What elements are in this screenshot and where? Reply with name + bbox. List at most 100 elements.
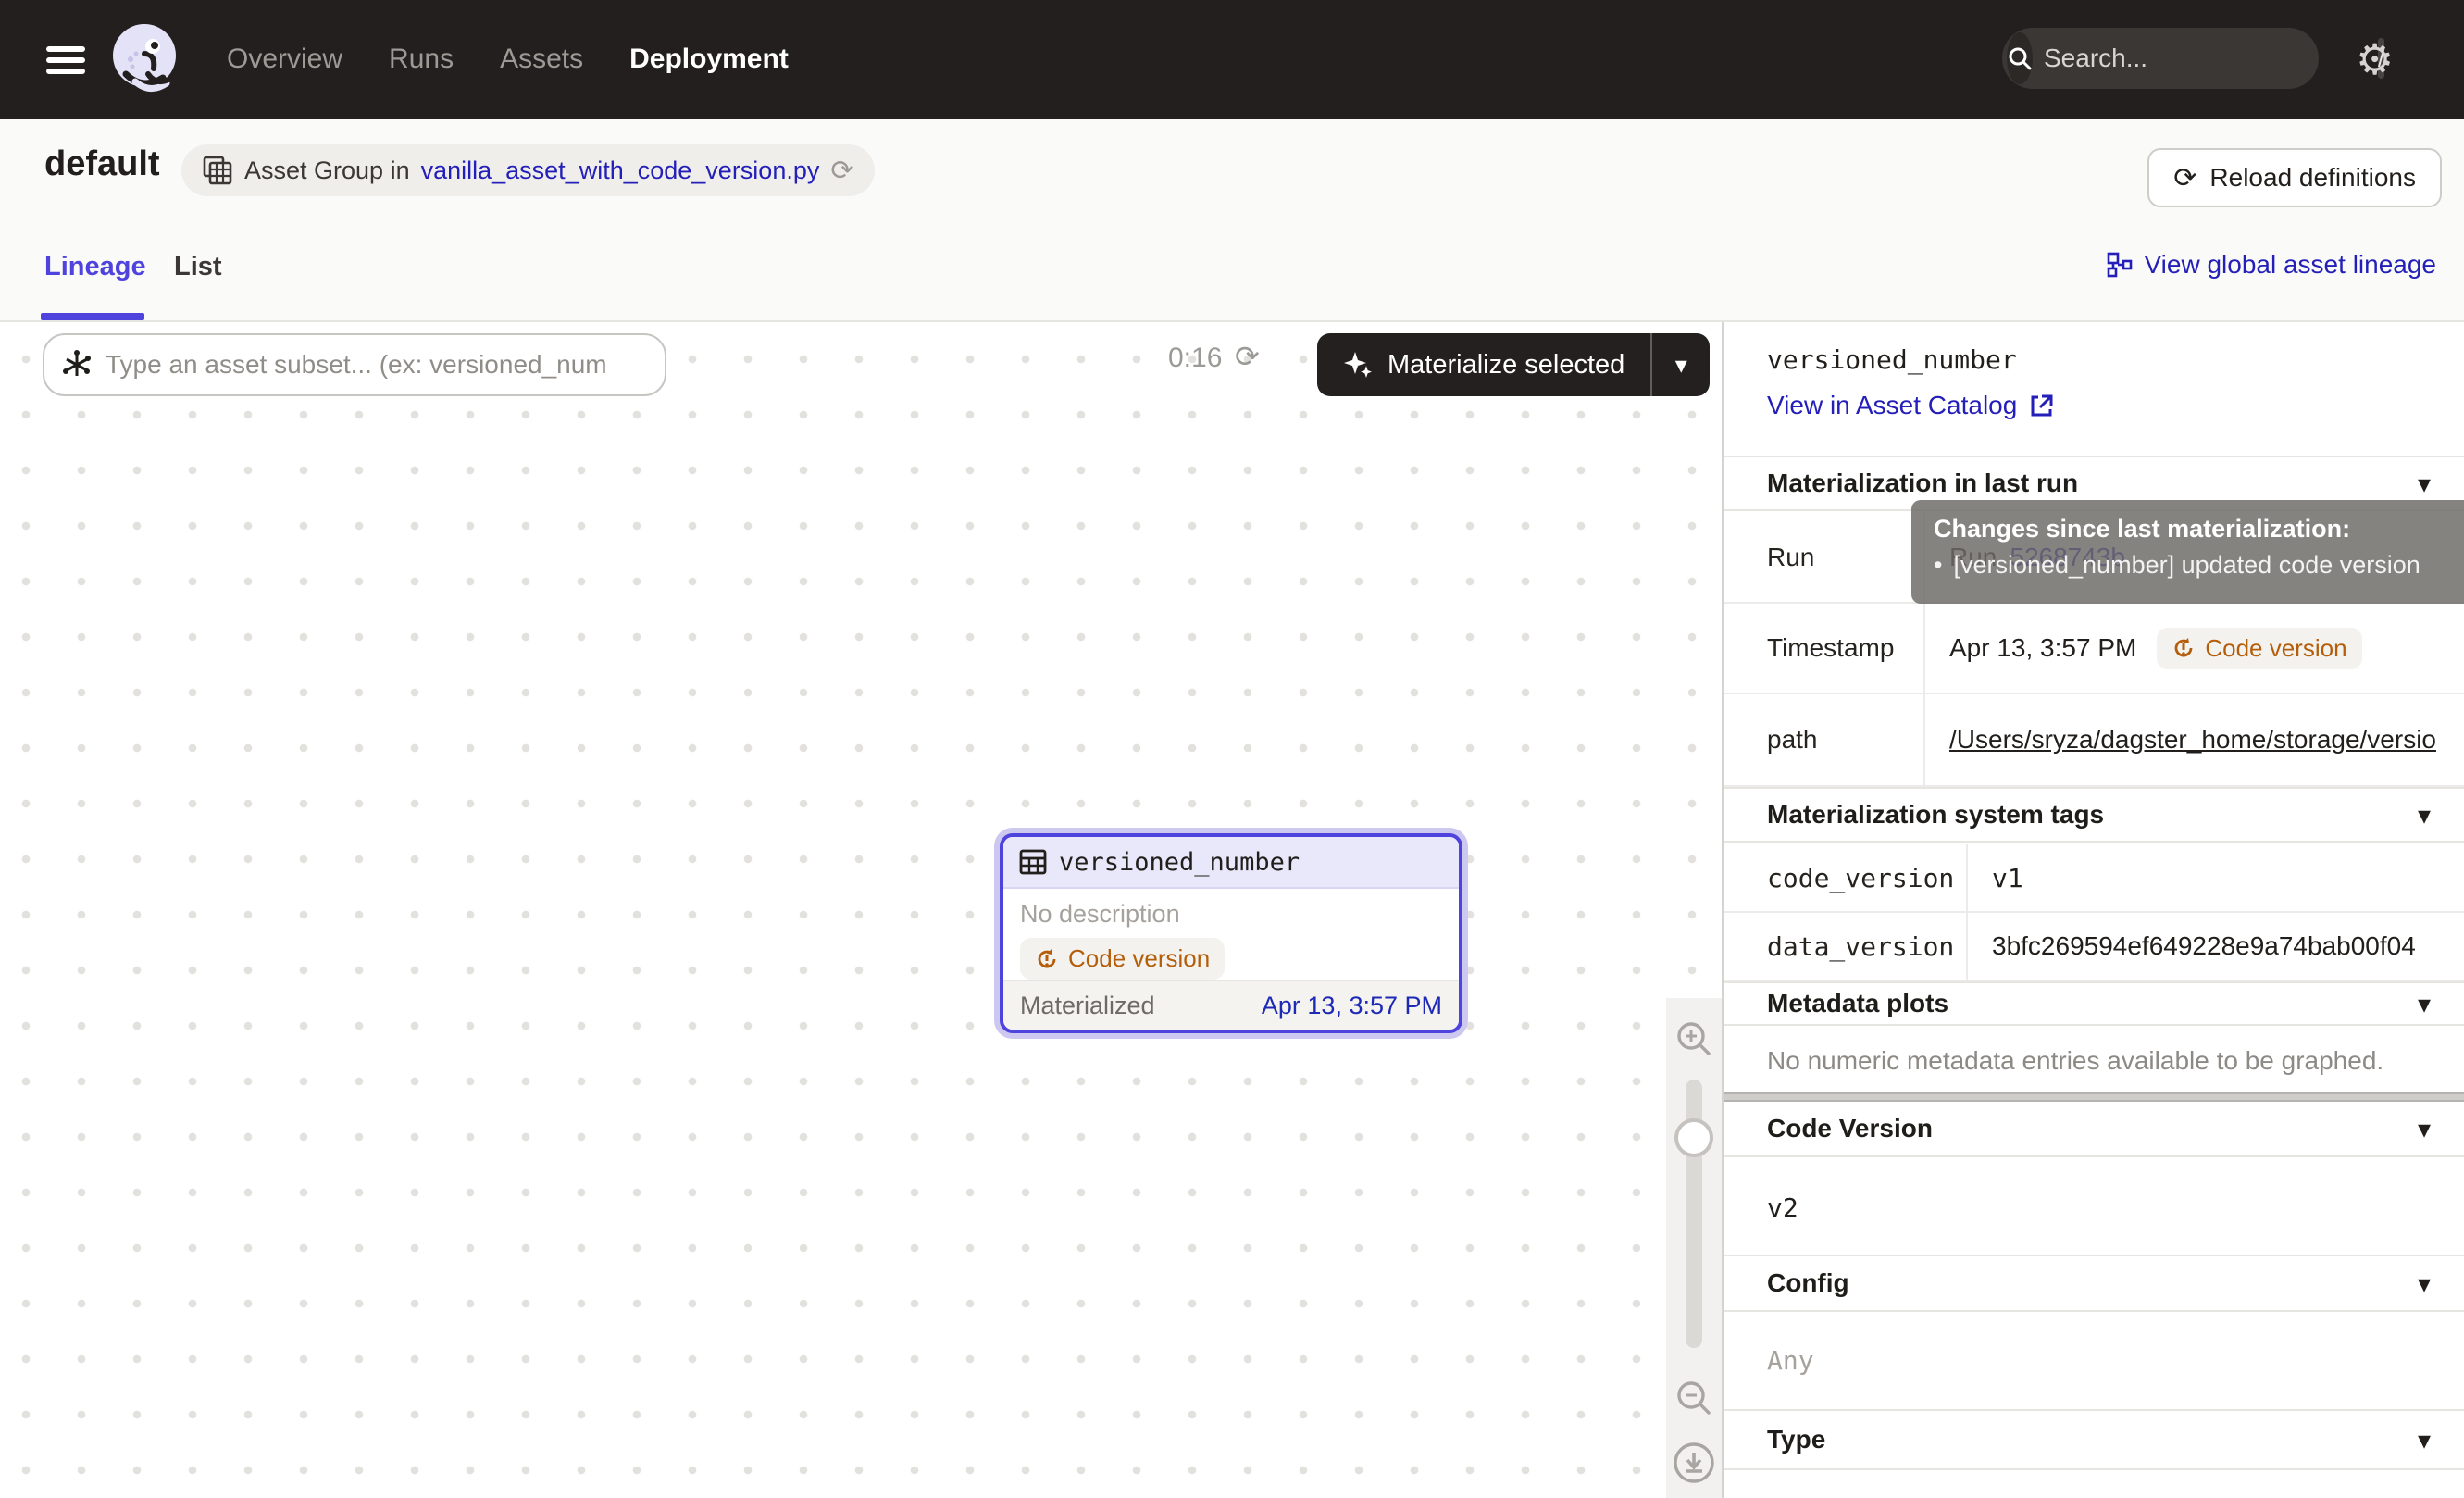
refresh-timer: 0:16 (1168, 343, 1222, 374)
code-version-badge-label: Code version (2205, 634, 2346, 663)
data-version-value: 3bfc269594ef649228e9a74bab00f04 (1968, 913, 2464, 980)
path-link[interactable]: /Users/sryza/dagster_home/storage/versio (1949, 725, 2436, 755)
table-row-path: path /Users/sryza/dagster_home/storage/v… (1724, 694, 2464, 787)
code-version-key: code_version (1724, 844, 1968, 911)
panel-splitter[interactable] (1724, 1092, 2464, 1102)
tooltip-title: Changes since last materialization: (1934, 515, 2464, 543)
dagster-asset-lineage-page: Overview Runs Assets Deployment / ⚙ defa… (0, 0, 2464, 1498)
panel-asset-name: versioned_number (1767, 344, 2017, 375)
lineage-graph-icon (2106, 251, 2134, 279)
asset-group-chip-text: Asset Group in (244, 156, 410, 185)
code-version-value: v1 (1968, 844, 2464, 911)
gear-icon[interactable]: ⚙ (2356, 33, 2394, 85)
zoom-out-icon[interactable] (1674, 1378, 1714, 1418)
asset-subset-input[interactable] (106, 350, 648, 380)
section-type[interactable]: Type ▾ (1724, 1409, 2464, 1470)
nav-item-deployment[interactable]: Deployment (629, 44, 789, 75)
asset-node-name: versioned_number (1059, 848, 1300, 877)
reload-definitions-button[interactable]: ⟳ Reload definitions (2147, 148, 2442, 207)
table-row-code-version-tag: code_version v1 (1724, 844, 2464, 913)
path-row-label: path (1724, 694, 1925, 785)
chevron-down-icon[interactable]: ▾ (2418, 1268, 2431, 1299)
page-header: default Asset Group in vanilla_asset_wit… (0, 119, 2464, 222)
zoom-in-icon[interactable] (1674, 1018, 1714, 1059)
tab-lineage[interactable]: Lineage (44, 252, 146, 282)
sparkle-icon (1343, 349, 1375, 381)
section-label: Materialization in last run (1767, 468, 2078, 498)
asset-group-chip: Asset Group in vanilla_asset_with_code_v… (181, 144, 875, 196)
section-label: Code Version (1767, 1114, 1933, 1143)
chevron-down-icon[interactable]: ▾ (2418, 1114, 2431, 1144)
asset-detail-panel: versioned_number View in Asset Catalog M… (1724, 322, 2464, 1498)
view-in-asset-catalog-link[interactable]: View in Asset Catalog (1767, 391, 2054, 420)
hamburger-menu-icon[interactable] (46, 46, 85, 74)
changes-tooltip: Changes since last materialization: • [v… (1911, 500, 2464, 604)
bullet-icon: • (1934, 551, 1942, 580)
page-title: default (44, 144, 160, 184)
top-navbar: Overview Runs Assets Deployment / ⚙ (0, 0, 2464, 119)
lineage-canvas[interactable]: 0:16 ⟳ Materialize selected ▾ (0, 322, 1724, 1498)
nav-item-overview[interactable]: Overview (227, 44, 342, 75)
code-version-badge[interactable]: Code version (1020, 938, 1225, 980)
catalog-link-label: View in Asset Catalog (1767, 391, 2017, 420)
asset-node-versioned-number[interactable]: versioned_number No description Code ver… (1000, 833, 1462, 1033)
code-version-badge[interactable]: Code version (2157, 628, 2361, 669)
reload-icon: ⟳ (2173, 162, 2196, 194)
view-tabs: Lineage List View global asset lineage (0, 222, 2464, 322)
asset-node-header: versioned_number (1003, 837, 1459, 889)
asset-group-icon (202, 155, 233, 186)
chip-refresh-icon[interactable]: ⟳ (830, 155, 853, 187)
chevron-down-icon[interactable]: ▾ (2418, 1425, 2431, 1455)
asset-node-footer: Materialized Apr 13, 3:57 PM (1003, 980, 1459, 1030)
section-code-version[interactable]: Code Version ▾ (1724, 1102, 2464, 1157)
chevron-down-icon[interactable]: ▾ (2418, 800, 2431, 830)
chevron-down-icon[interactable]: ▾ (2418, 468, 2431, 499)
section-label: Config (1767, 1268, 1849, 1298)
timestamp-row-value: Apr 13, 3:57 PM Code version (1925, 604, 2464, 693)
asset-group-file-link[interactable]: vanilla_asset_with_code_version.py (421, 156, 820, 185)
timestamp-value: Apr 13, 3:57 PM (1949, 633, 2136, 663)
reload-definitions-label: Reload definitions (2209, 163, 2416, 193)
config-section-value: Any (1767, 1345, 1814, 1376)
materialized-timestamp[interactable]: Apr 13, 3:57 PM (1262, 992, 1442, 1020)
code-version-changed-icon (2172, 636, 2196, 660)
section-label: Type (1767, 1425, 1825, 1454)
section-metadata-plots[interactable]: Metadata plots ▾ (1724, 981, 2464, 1026)
nav-item-assets[interactable]: Assets (500, 44, 583, 75)
section-materialization-system-tags[interactable]: Materialization system tags ▾ (1724, 787, 2464, 843)
table-row-timestamp: Timestamp Apr 13, 3:57 PM Code version (1724, 604, 2464, 694)
global-search[interactable]: / (2002, 28, 2319, 89)
nav-item-runs[interactable]: Runs (389, 44, 454, 75)
search-input[interactable] (2044, 44, 2378, 73)
chevron-down-icon[interactable]: ▾ (2418, 989, 2431, 1019)
table-row-data-version-tag: data_version 3bfc269594ef649228e9a74bab0… (1724, 913, 2464, 981)
section-label: Materialization system tags (1767, 800, 2104, 830)
code-version-changed-icon (1035, 947, 1059, 971)
external-link-icon (2028, 393, 2054, 418)
table-icon (1018, 847, 1048, 877)
timestamp-row-label: Timestamp (1724, 604, 1925, 693)
materialize-selected-button[interactable]: Materialize selected ▾ (1317, 333, 1710, 396)
tab-list[interactable]: List (174, 252, 222, 282)
dagster-logo[interactable] (107, 20, 185, 98)
code-version-badge-label: Code version (1068, 944, 1210, 973)
materialize-label: Materialize selected (1388, 350, 1624, 381)
asset-node-description: No description (1003, 889, 1459, 929)
primary-nav: Overview Runs Assets Deployment (227, 0, 789, 119)
tooltip-item-text: [versioned_number] updated code version (1953, 551, 2420, 580)
section-config[interactable]: Config ▾ (1724, 1255, 2464, 1312)
section-label: Metadata plots (1767, 989, 1948, 1018)
canvas-refresh-icon[interactable]: ⟳ (1235, 339, 1260, 374)
view-global-asset-lineage-link[interactable]: View global asset lineage (2106, 250, 2436, 280)
zoom-slider-handle[interactable] (1674, 1118, 1713, 1157)
download-image-icon[interactable] (1672, 1441, 1716, 1485)
data-version-key: data_version (1724, 913, 1968, 980)
run-row-label: Run (1724, 513, 1925, 602)
materialize-dropdown-caret[interactable]: ▾ (1650, 333, 1710, 396)
global-lineage-label: View global asset lineage (2145, 250, 2436, 280)
tooltip-item: • [versioned_number] updated code versio… (1934, 551, 2464, 580)
zoom-controls (1666, 998, 1722, 1498)
asset-subset-filter[interactable] (43, 333, 666, 396)
metadata-plots-empty-message: No numeric metadata entries available to… (1767, 1046, 2383, 1076)
materialized-status-label: Materialized (1020, 992, 1155, 1020)
